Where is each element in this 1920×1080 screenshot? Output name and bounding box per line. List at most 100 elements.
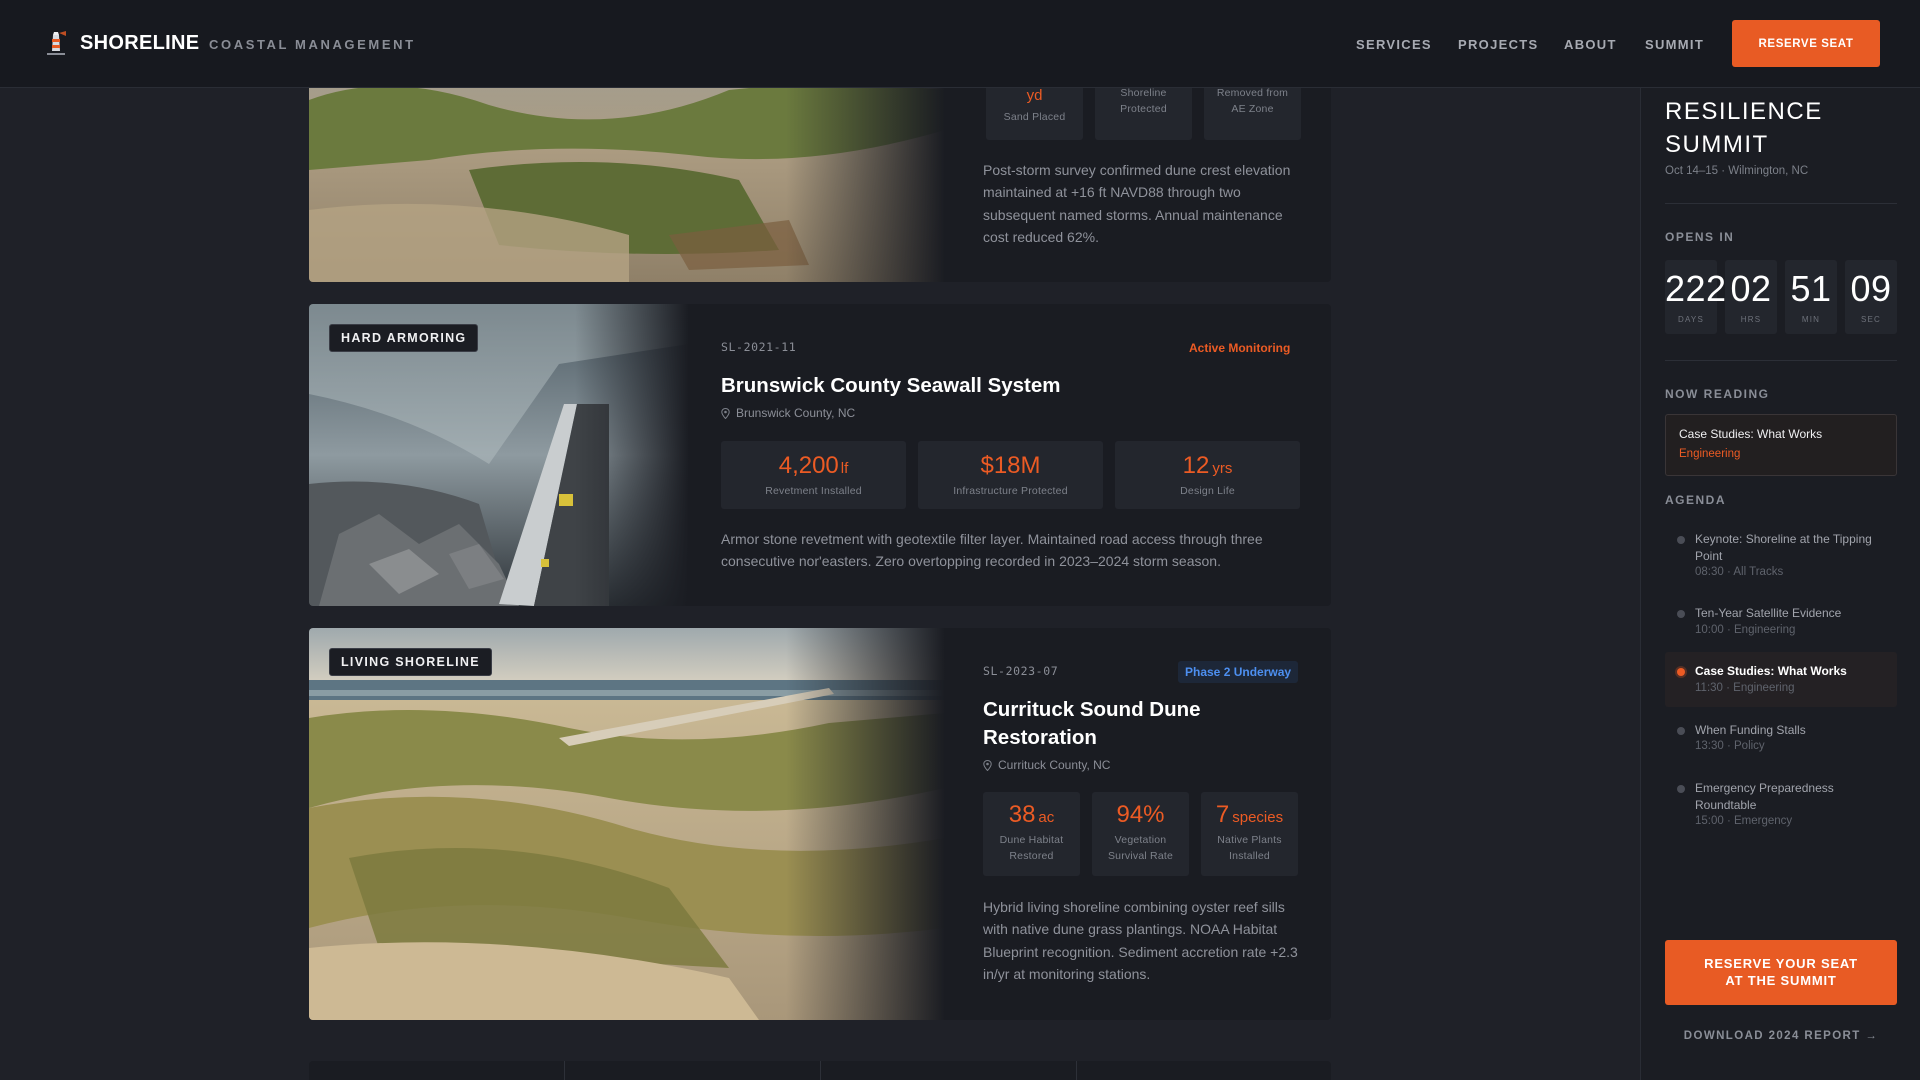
stat-label: Design Life xyxy=(1180,485,1235,497)
stat-label: Shoreline Protected xyxy=(1120,87,1167,115)
countdown-value: 51 xyxy=(1790,268,1832,309)
agenda-title: Case Studies: What Works xyxy=(1695,664,1847,678)
project-title[interactable]: Brunswick County Seawall System xyxy=(721,372,1281,400)
agenda-dot xyxy=(1677,536,1685,544)
project-title[interactable]: Currituck Sound Dune Restoration xyxy=(983,696,1283,753)
countdown-unit: DAYS xyxy=(1678,315,1704,324)
status-badge: Active Monitoring xyxy=(1189,341,1291,355)
nav-projects[interactable]: PROJECTS xyxy=(1458,37,1538,52)
agenda-meta: 13:30 · Policy xyxy=(1695,740,1765,752)
stat-label: Sand Placed xyxy=(1003,111,1066,123)
project-location: Brunswick County, NC xyxy=(721,406,855,420)
nav-summit[interactable]: SUMMIT xyxy=(1645,37,1704,52)
agenda-item[interactable]: When Funding Stalls 13:30 · Policy xyxy=(1665,722,1897,762)
category-tag: LIVING SHORELINE xyxy=(329,648,492,676)
stat-label: Removed from AE Zone xyxy=(1216,87,1289,115)
stat-unit: yrs xyxy=(1212,460,1233,477)
stat-label: Infrastructure Protected xyxy=(953,485,1068,497)
stat-value: 94% xyxy=(1116,801,1165,828)
project-card-brunswick: HARD ARMORING SL-2021-11 Active Monitori… xyxy=(309,304,1331,606)
map-pin-icon xyxy=(983,759,992,772)
countdown-minutes: 51 MIN xyxy=(1785,260,1837,334)
stat-dune-habitat: 38 ac Dune Habitat Restored xyxy=(983,792,1080,876)
countdown-unit: MIN xyxy=(1801,315,1821,324)
stat-infrastructure: $18M Infrastructure Protected xyxy=(918,441,1103,509)
agenda-meta: 15:00 · Emergency xyxy=(1695,815,1793,827)
stat-design-life: 12 yrs Design Life xyxy=(1115,441,1300,509)
project-description: Armor stone revetment with geotextile fi… xyxy=(721,531,1263,570)
agenda-item[interactable]: Ten-Year Satellite Evidence 10:00 · Engi… xyxy=(1665,605,1897,645)
agenda-dot-active xyxy=(1677,668,1685,676)
agenda-item[interactable]: Keynote: Shoreline at the Tipping Point … xyxy=(1665,531,1897,581)
divider xyxy=(1665,203,1897,204)
now-reading-card[interactable]: Case Studies: What Works Engineering xyxy=(1665,414,1897,476)
stat-native-plants: 7 species Native Plants Installed xyxy=(1201,792,1298,876)
countdown-days: 222 DAYS xyxy=(1665,260,1727,334)
project-id: SL-2021-11 xyxy=(721,340,797,354)
next-section-strip xyxy=(309,1061,1331,1080)
countdown-value: 222 xyxy=(1665,268,1727,309)
stat-value: 4,200 xyxy=(778,452,839,479)
stat-revetment: 4,200 lf Revetment Installed xyxy=(721,441,906,509)
project-location: Currituck County, NC xyxy=(983,758,1110,772)
site-header: SHORELINE COASTAL MANAGEMENT SERVICES PR… xyxy=(0,0,1920,88)
divider xyxy=(564,1061,565,1080)
now-reading-label: NOW READING xyxy=(1665,387,1770,401)
stat-label: Native Plants Installed xyxy=(1217,834,1282,862)
divider xyxy=(1076,1061,1077,1080)
stat-unit: yd xyxy=(1026,87,1043,104)
project-description: Post-storm survey confirmed dune crest e… xyxy=(983,162,1291,246)
stat-value: 38 xyxy=(1008,801,1036,828)
nav-about[interactable]: ABOUT xyxy=(1564,37,1617,52)
summit-sidebar: RESILIENCE SUMMIT Oct 14–15 · Wilmington… xyxy=(1640,88,1920,1080)
project-description: Hybrid living shoreline combining oyster… xyxy=(983,899,1298,983)
stat-label: Vegetation Survival Rate xyxy=(1107,834,1174,862)
brand-name[interactable]: SHORELINE xyxy=(80,32,199,55)
agenda-item-active[interactable]: Case Studies: What Works 11:30 · Enginee… xyxy=(1665,663,1897,703)
location-text: Brunswick County, NC xyxy=(736,406,856,420)
stat-value: 12 xyxy=(1182,452,1210,479)
agenda-meta: 11:30 · Engineering xyxy=(1695,682,1795,694)
nav-services[interactable]: SERVICES xyxy=(1356,37,1432,52)
living-shoreline-image xyxy=(309,628,945,1020)
lighthouse-icon[interactable] xyxy=(44,31,68,57)
stat-unit: species xyxy=(1232,809,1284,826)
stat-vegetation-survival: 94% Vegetation Survival Rate xyxy=(1092,792,1189,876)
agenda-label: AGENDA xyxy=(1665,493,1727,507)
agenda-title: Emergency Preparedness Roundtable xyxy=(1695,781,1834,812)
stat-value: 7 xyxy=(1215,801,1230,828)
stat-label: Revetment Installed xyxy=(765,485,862,497)
divider xyxy=(820,1061,821,1080)
agenda-meta: 08:30 · All Tracks xyxy=(1695,566,1784,578)
project-card-top: yd Sand Placed Shoreline Protected Remov… xyxy=(309,60,1331,282)
agenda-title: Ten-Year Satellite Evidence xyxy=(1695,606,1842,620)
reserve-summit-seat-button[interactable]: RESERVE YOUR SEAT AT THE SUMMIT xyxy=(1665,940,1897,1005)
category-tag: HARD ARMORING xyxy=(329,324,479,352)
download-report-link[interactable]: DOWNLOAD 2024 REPORT → xyxy=(1665,1030,1897,1042)
project-card-currituck: LIVING SHORELINE SL-2023-07 Phase 2 Unde… xyxy=(309,628,1331,1020)
brand-tagline: COASTAL MANAGEMENT xyxy=(209,37,416,52)
countdown-hours: 02 HRS xyxy=(1725,260,1777,334)
agenda-title: Keynote: Shoreline at the Tipping Point xyxy=(1695,532,1872,563)
divider xyxy=(1665,360,1897,361)
stat-value: $18M xyxy=(980,452,1041,479)
countdown-seconds: 09 SEC xyxy=(1845,260,1897,334)
location-text: Currituck County, NC xyxy=(998,758,1111,772)
agenda-dot xyxy=(1677,610,1685,618)
stat-label: Dune Habitat Restored xyxy=(999,834,1064,862)
agenda-dot xyxy=(1677,785,1685,793)
dune-grass-image xyxy=(309,60,945,282)
countdown-unit: HRS xyxy=(1740,315,1762,324)
countdown-value: 02 xyxy=(1730,268,1772,309)
agenda-item[interactable]: Emergency Preparedness Roundtable 15:00 … xyxy=(1665,780,1897,830)
stat-unit: lf xyxy=(840,460,849,477)
reserve-seat-button[interactable]: RESERVE SEAT xyxy=(1732,20,1880,67)
stat-unit: ac xyxy=(1038,809,1055,826)
agenda-dot xyxy=(1677,727,1685,735)
countdown-value: 09 xyxy=(1850,268,1892,309)
opens-in-label: OPENS IN xyxy=(1665,230,1735,244)
map-pin-icon xyxy=(721,407,730,420)
agenda-title: When Funding Stalls xyxy=(1695,723,1806,737)
countdown-unit: SEC xyxy=(1860,315,1882,324)
now-reading-title: Case Studies: What Works xyxy=(1679,427,1823,441)
